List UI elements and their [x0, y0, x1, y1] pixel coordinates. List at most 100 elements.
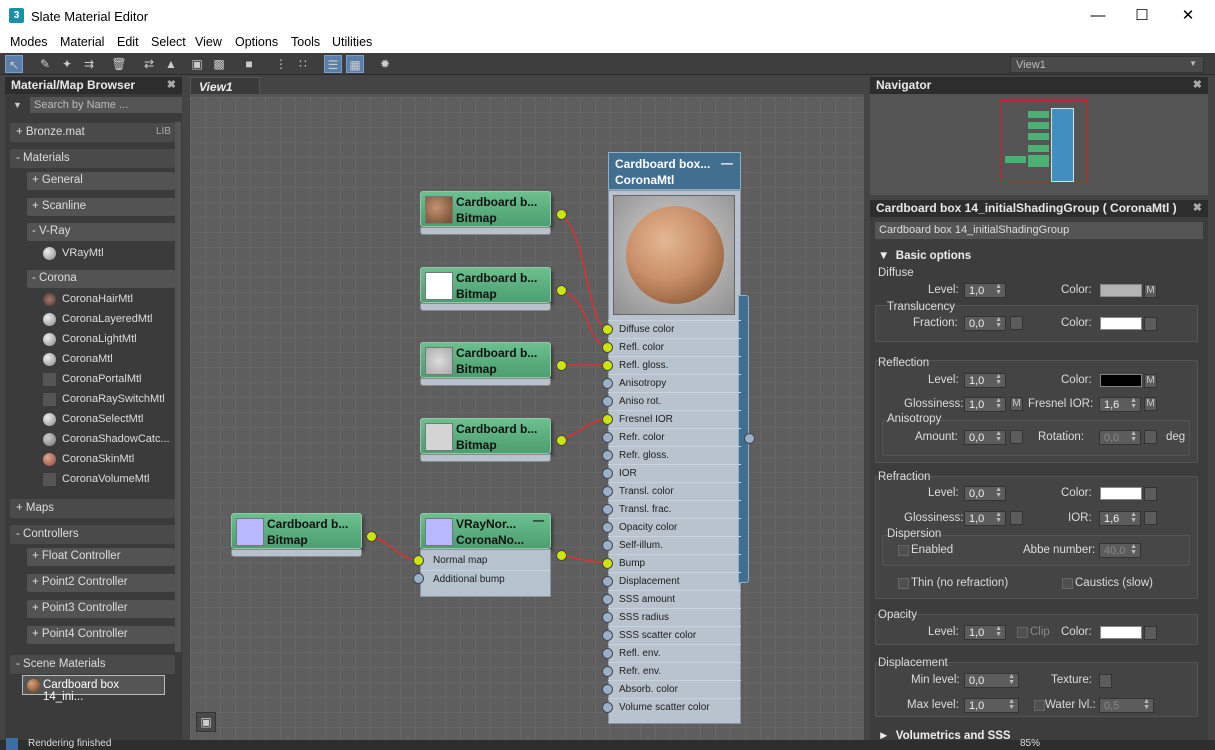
reflection-color-swatch[interactable] [1100, 374, 1142, 387]
water-level-spinner[interactable]: 0,5 ▲ ▼ [1099, 698, 1154, 713]
fresnel-ior-spinner[interactable]: 1,6 ▲ ▼ [1099, 397, 1141, 412]
spinner-arrows-icon[interactable]: ▲ ▼ [995, 373, 1002, 386]
close-icon[interactable]: ✖ [1193, 78, 1202, 91]
slot-transl-frac[interactable]: Transl. frac. [608, 500, 741, 518]
input-port[interactable] [602, 612, 613, 623]
output-port[interactable] [556, 209, 567, 220]
navigator-view[interactable] [870, 94, 1208, 195]
opacity-level-spinner[interactable]: 1,0 ▲ ▼ [964, 625, 1006, 640]
input-port[interactable] [602, 396, 613, 407]
translucency-fraction-spinner[interactable]: 0,0 ▲ ▼ [964, 316, 1006, 331]
input-port[interactable] [602, 684, 613, 695]
translucency-map-button[interactable] [1144, 317, 1157, 331]
rotation-map-button[interactable] [1144, 430, 1157, 444]
input-port[interactable] [602, 522, 613, 533]
translucency-color-swatch[interactable] [1100, 317, 1142, 330]
slot-bump[interactable]: Bump [608, 554, 741, 572]
bitmap-node[interactable]: Cardboard b... Bitmap [420, 267, 551, 303]
slot-additional-bump[interactable]: Additional bump [421, 570, 550, 588]
spinner-arrows-icon[interactable]: ▲ ▼ [995, 625, 1002, 638]
output-port[interactable] [556, 360, 567, 371]
slot-sss-amount[interactable]: SSS amount [608, 590, 741, 608]
input-port[interactable] [602, 540, 613, 551]
slot-displacement[interactable]: Displacement [608, 572, 741, 590]
slot-transl-color[interactable]: Transl. color [608, 482, 741, 500]
output-port[interactable] [366, 531, 377, 542]
spinner-arrows-icon[interactable]: ▲ ▼ [1130, 397, 1137, 410]
anisotropy-map-button[interactable] [1010, 430, 1023, 444]
input-port-normal-map[interactable] [413, 555, 424, 566]
ior-spinner[interactable]: 1,6 ▲ ▼ [1099, 511, 1141, 526]
input-port[interactable] [602, 576, 613, 587]
bitmap-node[interactable]: Cardboard b... Bitmap [420, 418, 551, 454]
diffuse-color-swatch[interactable] [1100, 284, 1142, 297]
refraction-glossiness-map-button[interactable] [1010, 511, 1023, 525]
dispersion-enabled-checkbox[interactable] [898, 545, 909, 556]
spinner-arrows-icon[interactable]: ▲ ▼ [1143, 698, 1150, 711]
spinner-arrows-icon[interactable]: ▲ ▼ [995, 511, 1002, 524]
reflection-level-spinner[interactable]: 1,0 ▲ ▼ [964, 373, 1006, 388]
slot-normal-map[interactable]: Normal map [421, 552, 550, 570]
reflection-map-button[interactable]: M [1144, 374, 1157, 388]
close-icon[interactable]: ✖ [1193, 201, 1202, 214]
slot-sss-scatter-color[interactable]: SSS scatter color [608, 626, 741, 644]
slot-diffuse-color[interactable]: Diffuse color [608, 320, 741, 338]
refraction-map-button[interactable] [1144, 487, 1157, 501]
input-port[interactable] [602, 504, 613, 515]
output-port[interactable] [556, 550, 567, 561]
reflection-glossiness-spinner[interactable]: 1,0 ▲ ▼ [964, 397, 1006, 412]
caustics-checkbox[interactable] [1062, 578, 1073, 589]
slot-anisotropy[interactable]: Anisotropy [608, 374, 741, 392]
spinner-arrows-icon[interactable]: ▲ ▼ [995, 486, 1002, 499]
vray-normal-node[interactable]: VRayNor... CoronaNo... — [420, 513, 551, 549]
translucency-fraction-map-button[interactable] [1010, 316, 1023, 330]
spinner-arrows-icon[interactable]: ▲ ▼ [1130, 511, 1137, 524]
input-port[interactable] [602, 648, 613, 659]
slot-aniso-rot[interactable]: Aniso rot. [608, 392, 741, 410]
clip-checkbox[interactable] [1017, 627, 1028, 638]
spinner-arrows-icon[interactable]: ▲ ▼ [995, 316, 1002, 329]
opacity-color-swatch[interactable] [1100, 626, 1142, 639]
max-level-spinner[interactable]: 1,0 ▲ ▼ [964, 698, 1019, 713]
input-port[interactable] [602, 360, 613, 371]
rollout-basic-options[interactable]: ▼ Basic options [878, 250, 971, 262]
slot-fresnel-ior[interactable]: Fresnel IOR [608, 410, 741, 428]
ior-map-button[interactable] [1144, 511, 1157, 525]
slot-refl-color[interactable]: Refl. color [608, 338, 741, 356]
diffuse-map-button[interactable]: M [1144, 284, 1157, 298]
opacity-map-button[interactable] [1144, 626, 1157, 640]
spinner-arrows-icon[interactable]: ▲ ▼ [995, 283, 1002, 296]
slot-refr-color[interactable]: Refr. color [608, 428, 741, 446]
slot-refl-env[interactable]: Refl. env. [608, 644, 741, 662]
slot-refl-gloss[interactable]: Refl. gloss. [608, 356, 741, 374]
spinner-arrows-icon[interactable]: ▲ ▼ [1008, 698, 1015, 711]
slot-ior[interactable]: IOR [608, 464, 741, 482]
input-port[interactable] [602, 486, 613, 497]
input-port-additional-bump[interactable] [413, 573, 424, 584]
min-level-spinner[interactable]: 0,0 ▲ ▼ [964, 673, 1019, 688]
input-port[interactable] [602, 666, 613, 677]
input-port[interactable] [602, 630, 613, 641]
slot-refr-gloss[interactable]: Refr. gloss. [608, 446, 741, 464]
input-port[interactable] [602, 414, 613, 425]
slot-volume-scatter-color[interactable]: Volume scatter color [608, 698, 741, 716]
abbe-number-spinner[interactable]: 40,0 ▲ ▼ [1099, 543, 1141, 558]
rotation-spinner[interactable]: 0,0 ▲ ▼ [1099, 430, 1141, 445]
slot-absorb-color[interactable]: Absorb. color [608, 680, 741, 698]
slot-sss-radius[interactable]: SSS radius [608, 608, 741, 626]
refraction-glossiness-spinner[interactable]: 1,0 ▲ ▼ [964, 511, 1006, 526]
slot-opacity-color[interactable]: Opacity color [608, 518, 741, 536]
refraction-color-swatch[interactable] [1100, 487, 1142, 500]
input-port[interactable] [602, 468, 613, 479]
bitmap-node[interactable]: Cardboard b... Bitmap [420, 342, 551, 378]
collapse-icon[interactable]: — [721, 155, 733, 171]
spinner-arrows-icon[interactable]: ▲ ▼ [995, 430, 1002, 443]
output-port[interactable] [556, 435, 567, 446]
slot-self-illum[interactable]: Self-illum. [608, 536, 741, 554]
slot-refr-env[interactable]: Refr. env. [608, 662, 741, 680]
bitmap-node[interactable]: Cardboard b... Bitmap [231, 513, 362, 549]
glossiness-map-button[interactable]: M [1010, 397, 1023, 411]
spinner-arrows-icon[interactable]: ▲ ▼ [1130, 430, 1137, 443]
spinner-arrows-icon[interactable]: ▲ ▼ [995, 397, 1002, 410]
spinner-arrows-icon[interactable]: ▲ ▼ [1008, 673, 1015, 686]
